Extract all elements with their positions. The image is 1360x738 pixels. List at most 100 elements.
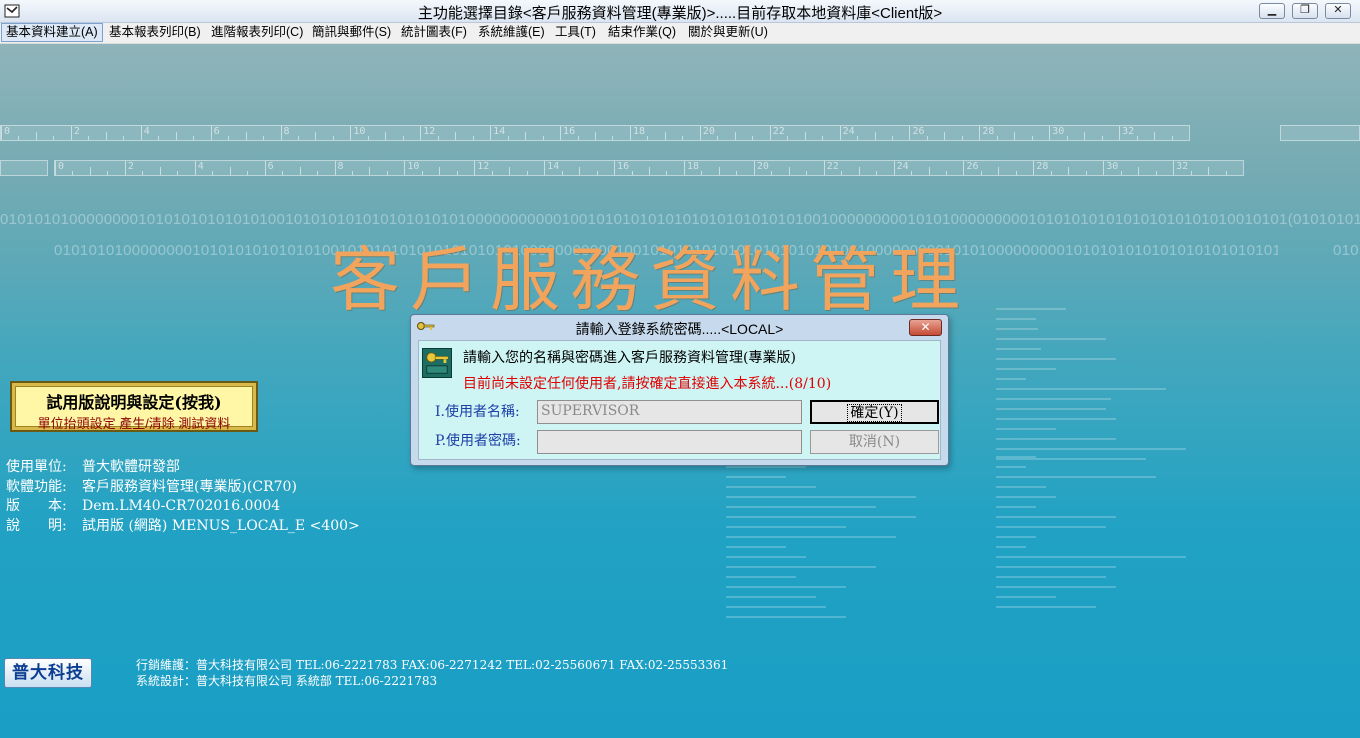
menu-system-maintenance[interactable]: 系統維護(E) (474, 23, 549, 42)
ruler-minor-tick (787, 136, 789, 140)
username-input[interactable]: SUPERVISOR (537, 400, 802, 424)
dialog-close-button[interactable]: ✕ (909, 319, 942, 336)
ruler-minor-tick (874, 132, 876, 140)
menu-basic-reports[interactable]: 基本報表列印(B) (105, 23, 205, 42)
ruler-tick (979, 126, 981, 140)
ruler-tick (140, 126, 142, 140)
ruler-minor-tick (385, 132, 387, 140)
ruler-minor-tick (142, 171, 144, 175)
ruler-tick (1, 126, 2, 140)
ruler-number: 8 (337, 161, 344, 172)
ruler-number: 0 (4, 126, 11, 137)
ruler-minor-tick (123, 136, 125, 140)
ruler-minor-tick (892, 136, 893, 140)
minimize-button[interactable]: ▁ (1259, 3, 1285, 19)
ruler-minor-tick (701, 171, 703, 175)
ruler-number: 4 (143, 126, 150, 137)
confirm-button-label: 確定(Y) (847, 404, 902, 422)
ruler-minor-tick (806, 171, 808, 175)
ruler-number: 12 (423, 126, 436, 137)
info-value: 客戶服務資料管理(專業版)(CR70) (82, 478, 297, 495)
ruler-tick (769, 126, 771, 140)
ruler-number: 10 (353, 126, 366, 137)
window-title-bar: 主功能選擇目錄<客戶服務資料管理(專業版)>.....目前存取本地資料庫<Cli… (0, 0, 1360, 23)
dialog-message: 請輸入您的名稱與密碼進入客戶服務資料管理(專業版) (463, 350, 796, 366)
ruler-number: 2 (127, 161, 134, 172)
ruler-number: 28 (982, 126, 995, 137)
ruler-minor-tick (944, 132, 946, 140)
ruler-tick (280, 126, 282, 140)
ruler-minor-tick (928, 167, 930, 175)
menu-sms-mail[interactable]: 簡訊與郵件(S) (308, 23, 395, 42)
company-logo[interactable]: 普大科技 (4, 658, 92, 688)
menu-tools[interactable]: 工具(T) (551, 23, 600, 42)
close-icon: ✕ (920, 320, 931, 334)
ruler-tick (1173, 161, 1175, 175)
info-label: 版 本: (6, 498, 67, 514)
ruler-number: 30 (1106, 161, 1119, 172)
menu-basic-data[interactable]: 基本資料建立(A) (1, 23, 103, 42)
trial-button-subtitle: 單位抬頭設定 產生/清除 測試資料 (37, 416, 231, 431)
ruler-minor-tick (647, 136, 649, 140)
ruler-minor-tick (158, 136, 160, 140)
username-label: I.使用者名稱: (435, 404, 520, 420)
info-value: 試用版 (網路) MENUS_LOCAL_E <400> (82, 517, 360, 534)
ruler-minor-tick (228, 136, 230, 140)
ruler-minor-tick (175, 132, 177, 140)
maximize-icon: ❐ (1300, 3, 1310, 16)
ruler-minor-tick (402, 136, 404, 140)
ruler-minor-tick (1066, 136, 1068, 140)
ruler-minor-tick (1138, 167, 1140, 175)
trial-info-button[interactable]: 試用版說明與設定(按我) 單位抬頭設定 產生/清除 測試資料 (10, 381, 258, 432)
maximize-button[interactable]: ❐ (1292, 3, 1318, 19)
info-row-unit: 使用單位: 普大軟體研發部 (6, 456, 360, 476)
ruler-minor-tick (1014, 132, 1016, 140)
faint-text-block-1 (996, 308, 1186, 468)
footer-contact: 行銷維護：普大科技有限公司 TEL:06-2221783 FAX:06-2271… (136, 656, 728, 688)
ruler-tick (1049, 126, 1051, 140)
ruler-minor-tick (788, 167, 790, 175)
ruler-minor-tick (734, 132, 736, 140)
ruler-minor-tick (1225, 171, 1227, 175)
ruler-minor-tick (841, 171, 843, 175)
menu-statistics[interactable]: 統計圖表(F) (397, 23, 471, 42)
ruler-tick (699, 126, 701, 140)
ruler-minor-tick (455, 132, 457, 140)
ruler-tick (683, 161, 685, 175)
ruler-number: 16 (563, 126, 576, 137)
ruler-tick (909, 126, 911, 140)
ruler-tick (753, 161, 755, 175)
ruler-number: 22 (772, 126, 785, 137)
password-input[interactable] (537, 430, 802, 454)
confirm-button[interactable]: 確定(Y) (810, 400, 939, 424)
ruler-minor-tick (456, 171, 458, 175)
ruler-minor-tick (579, 167, 581, 175)
cancel-button[interactable]: 取消(N) (810, 430, 939, 454)
menu-about-update[interactable]: 關於與更新(U) (684, 23, 772, 42)
ruler-minor-tick (229, 167, 231, 175)
ruler-minor-tick (961, 136, 963, 140)
ruler-number: 28 (1036, 161, 1049, 172)
ruler-minor-tick (299, 167, 301, 175)
ruler-minor-tick (666, 171, 668, 175)
ruler-minor-tick (858, 167, 860, 175)
ruler-tick (963, 161, 965, 175)
ruler-minor-tick (507, 136, 509, 140)
close-window-button[interactable]: ✕ (1325, 3, 1351, 19)
info-label: 使用單位: (6, 459, 67, 475)
ruler-minor-tick (1154, 132, 1156, 140)
ruler-number: 26 (966, 161, 979, 172)
ruler-number: 18 (686, 161, 699, 172)
ruler-minor-tick (491, 171, 493, 175)
ruler-tick (264, 161, 266, 175)
ruler-number: 6 (267, 161, 274, 172)
ruler-minor-tick (526, 171, 528, 175)
menu-advanced-reports[interactable]: 進階報表列印(C) (207, 23, 307, 42)
ruler-minor-tick (315, 132, 317, 140)
ruler-tick (194, 161, 196, 175)
info-row-description: 說 明: 試用版 (網路) MENUS_LOCAL_E <400> (6, 515, 360, 535)
ruler-minor-tick (682, 136, 684, 140)
ruler-tick (560, 126, 562, 140)
ruler-minor-tick (1136, 136, 1138, 140)
menu-exit[interactable]: 結束作業(Q) (604, 23, 680, 42)
